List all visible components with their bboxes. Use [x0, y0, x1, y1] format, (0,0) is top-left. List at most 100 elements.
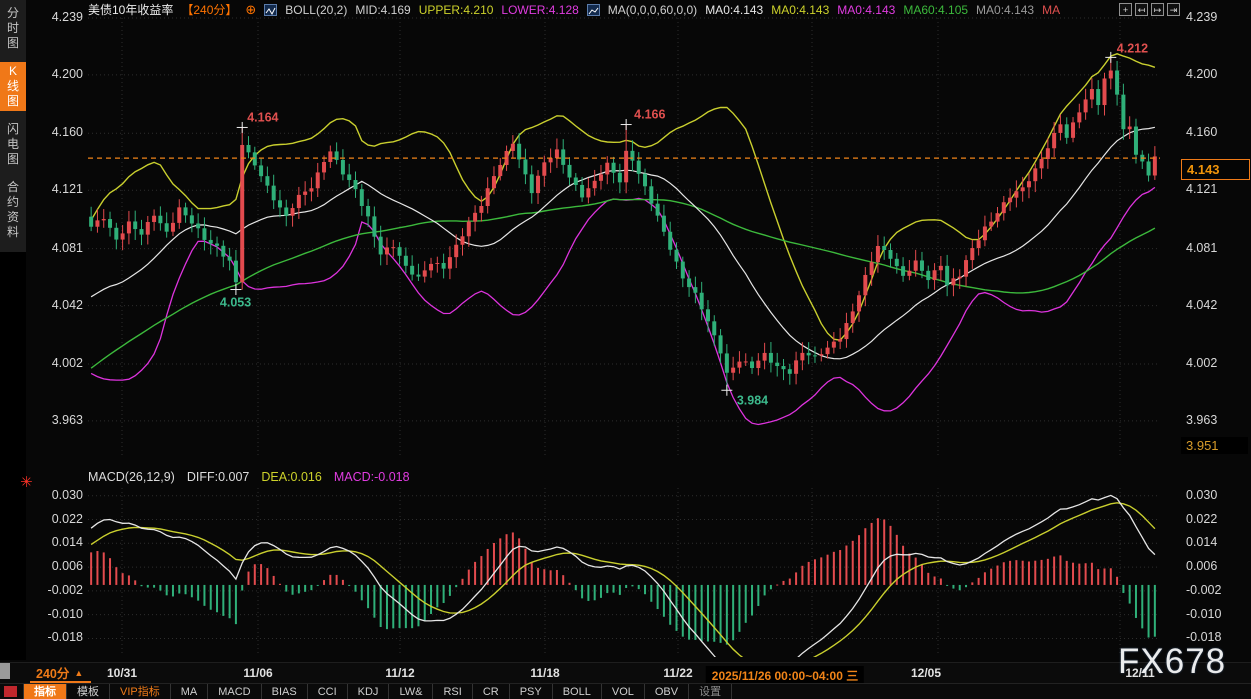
boll-lower-value: LOWER:4.128 — [501, 3, 578, 17]
toolbar-item-15[interactable]: 设置 — [689, 684, 732, 699]
indicator-toolbar: 指标模板VIP指标MAMACDBIASCCIKDJLW&RSICRPSYBOLL… — [0, 683, 1251, 699]
timeline-bar — [0, 662, 1251, 684]
macd-axis-tick: 0.014 — [26, 535, 83, 549]
macd-header: MACD(26,12,9) DIFF:0.007 DEA:0.016 MACD:… — [88, 470, 410, 484]
price-axis-tick: 4.200 — [26, 67, 83, 81]
svg-text:4.212: 4.212 — [1117, 41, 1148, 55]
boll-mid-value: MID:4.169 — [355, 3, 410, 17]
chart-canvas[interactable]: 4.164 4.053 4.166 3.984 4.212 — [0, 0, 1251, 699]
trading-terminal: 4.1644.0534.1663.9844.212 分时图K线图闪电图合约资料 … — [0, 0, 1251, 699]
toolbar-item-14[interactable]: OBV — [645, 684, 689, 699]
toolbar-item-3[interactable]: MA — [171, 684, 209, 699]
toolbar-item-11[interactable]: PSY — [510, 684, 553, 699]
ma-value-4: MA0:4.143 — [976, 3, 1034, 17]
toolbar-item-5[interactable]: BIAS — [262, 684, 308, 699]
macd-axis-tick: 0.022 — [26, 512, 83, 526]
toolbar-item-10[interactable]: CR — [473, 684, 510, 699]
macd-hist-value: MACD:-0.018 — [334, 470, 410, 484]
date-label-6: 12/05 — [911, 666, 941, 680]
indicator-header: 美债10年收益率 【240分】 ⊕ BOLL(20,2) MID:4.169 U… — [26, 0, 1251, 19]
macd-axis-tick: 0.006 — [1186, 559, 1248, 573]
macd-axis-tick: 0.030 — [26, 488, 83, 502]
price-annotations: 4.164 4.053 4.166 3.984 4.212 — [220, 41, 1148, 407]
price-axis-tick: 4.200 — [1186, 67, 1248, 81]
macd-chart — [90, 495, 1156, 679]
macd-axis-tick: -0.018 — [26, 630, 83, 644]
pan-left-icon[interactable]: ↤ — [1135, 3, 1148, 16]
svg-text:4.166: 4.166 — [634, 108, 665, 122]
pan-right-icon[interactable]: ↦ — [1151, 3, 1164, 16]
date-label-3: 11/18 — [530, 666, 559, 680]
macd-axis-tick: 0.006 — [26, 559, 83, 573]
ma-value-1: MA0:4.143 — [771, 3, 829, 17]
date-label-4: 11/22 — [663, 666, 692, 680]
ma-value-3: MA60:4.105 — [903, 3, 968, 17]
svg-text:4.053: 4.053 — [220, 296, 251, 310]
period-selector[interactable]: 240分 ▲ — [30, 664, 91, 683]
move-icon[interactable]: + — [1119, 3, 1132, 16]
symbol-title: 美债10年收益率 — [88, 1, 173, 18]
sidebar: 分时图 K线图闪电图合约资料 — [0, 0, 26, 660]
session-low-badge: 3.951 — [1181, 437, 1248, 454]
price-axis-tick: 3.963 — [1186, 413, 1248, 427]
macd-axis-tick: 0.030 — [1186, 488, 1248, 502]
toolbar-item-8[interactable]: LW& — [389, 684, 433, 699]
sidebar-tabs: 分时图 K线图闪电图合约资料 — [0, 0, 26, 252]
macd-axis-tick: 0.022 — [1186, 512, 1248, 526]
add-indicator-icon[interactable]: ⊕ — [245, 2, 256, 18]
price-axis-tick: 4.081 — [26, 241, 83, 255]
ma-value-0: MA0:4.143 — [705, 3, 763, 17]
period-label: 【240分】 — [181, 1, 237, 18]
toolbar-item-0[interactable]: 指标 — [23, 684, 67, 699]
chevron-up-icon: ▲ — [74, 668, 83, 678]
date-label-2: 11/12 — [385, 666, 414, 680]
macd-label: MACD(26,12,9) — [88, 470, 175, 484]
toolbar-items: 指标模板VIP指标MAMACDBIASCCIKDJLW&RSICRPSYBOLL… — [23, 684, 732, 699]
price-axis-tick: 4.042 — [1186, 298, 1248, 312]
macd-diff-value: DIFF:0.007 — [187, 470, 250, 484]
toolbar-item-4[interactable]: MACD — [208, 684, 261, 699]
macd-axis-tick: -0.010 — [1186, 607, 1248, 621]
price-axis-tick: 4.002 — [26, 356, 83, 370]
date-label-0: 10/31 — [107, 666, 137, 680]
main-chart — [89, 54, 1157, 425]
ma-value-2: MA0:4.143 — [837, 3, 895, 17]
toolbar-item-13[interactable]: VOL — [602, 684, 645, 699]
record-indicator-icon — [4, 686, 17, 697]
current-price-badge: 4.143 — [1181, 159, 1250, 180]
sidebar-tab-3[interactable]: 合约资料 — [0, 178, 26, 242]
macd-axis-tick: -0.002 — [1186, 583, 1248, 597]
toolbar-item-9[interactable]: RSI — [433, 684, 472, 699]
sidebar-tab-0[interactable]: 分时图 — [0, 4, 26, 53]
svg-text:4.164: 4.164 — [247, 110, 278, 124]
ma-values: MA0:4.143 MA0:4.143 MA0:4.143 MA60:4.105 MA0… — [705, 3, 1060, 17]
boll-label: BOLL(20,2) — [285, 3, 347, 17]
toolbar-item-7[interactable]: KDJ — [348, 684, 390, 699]
detach-icon[interactable]: ⇥ — [1167, 3, 1180, 16]
ma-group-label: MA(0,0,0,60,0,0) — [608, 3, 697, 17]
boll-indicator-icon[interactable] — [264, 4, 277, 16]
price-axis-tick: 4.121 — [1186, 182, 1248, 196]
alert-starburst-icon[interactable]: ✳ — [20, 473, 33, 491]
sidebar-tab-2[interactable]: 闪电图 — [0, 120, 26, 169]
price-axis-tick: 4.160 — [1186, 125, 1248, 139]
ma-indicator-icon[interactable] — [587, 4, 600, 16]
toolbar-item-1[interactable]: 模板 — [67, 684, 110, 699]
date-label-1: 11/06 — [243, 666, 272, 680]
ma-value-5: MA — [1042, 3, 1060, 17]
svg-text:3.984: 3.984 — [737, 393, 768, 407]
watermark: FX678 — [1118, 642, 1226, 682]
toolbar-item-6[interactable]: CCI — [308, 684, 348, 699]
macd-axis-tick: -0.002 — [26, 583, 83, 597]
price-axis-tick: 4.121 — [26, 182, 83, 196]
macd-axis-tick: -0.010 — [26, 607, 83, 621]
sidebar-tab-1[interactable]: K线图 — [0, 62, 26, 111]
window-controls: +↤↦⇥ — [1119, 3, 1180, 16]
toolbar-item-12[interactable]: BOLL — [553, 684, 602, 699]
toolbar-item-2[interactable]: VIP指标 — [110, 684, 171, 699]
price-axis-tick: 3.963 — [26, 413, 83, 427]
timeline-handle[interactable] — [0, 663, 10, 679]
price-axis-tick: 4.042 — [26, 298, 83, 312]
price-axis-tick: 4.160 — [26, 125, 83, 139]
price-axis-tick: 4.002 — [1186, 356, 1248, 370]
